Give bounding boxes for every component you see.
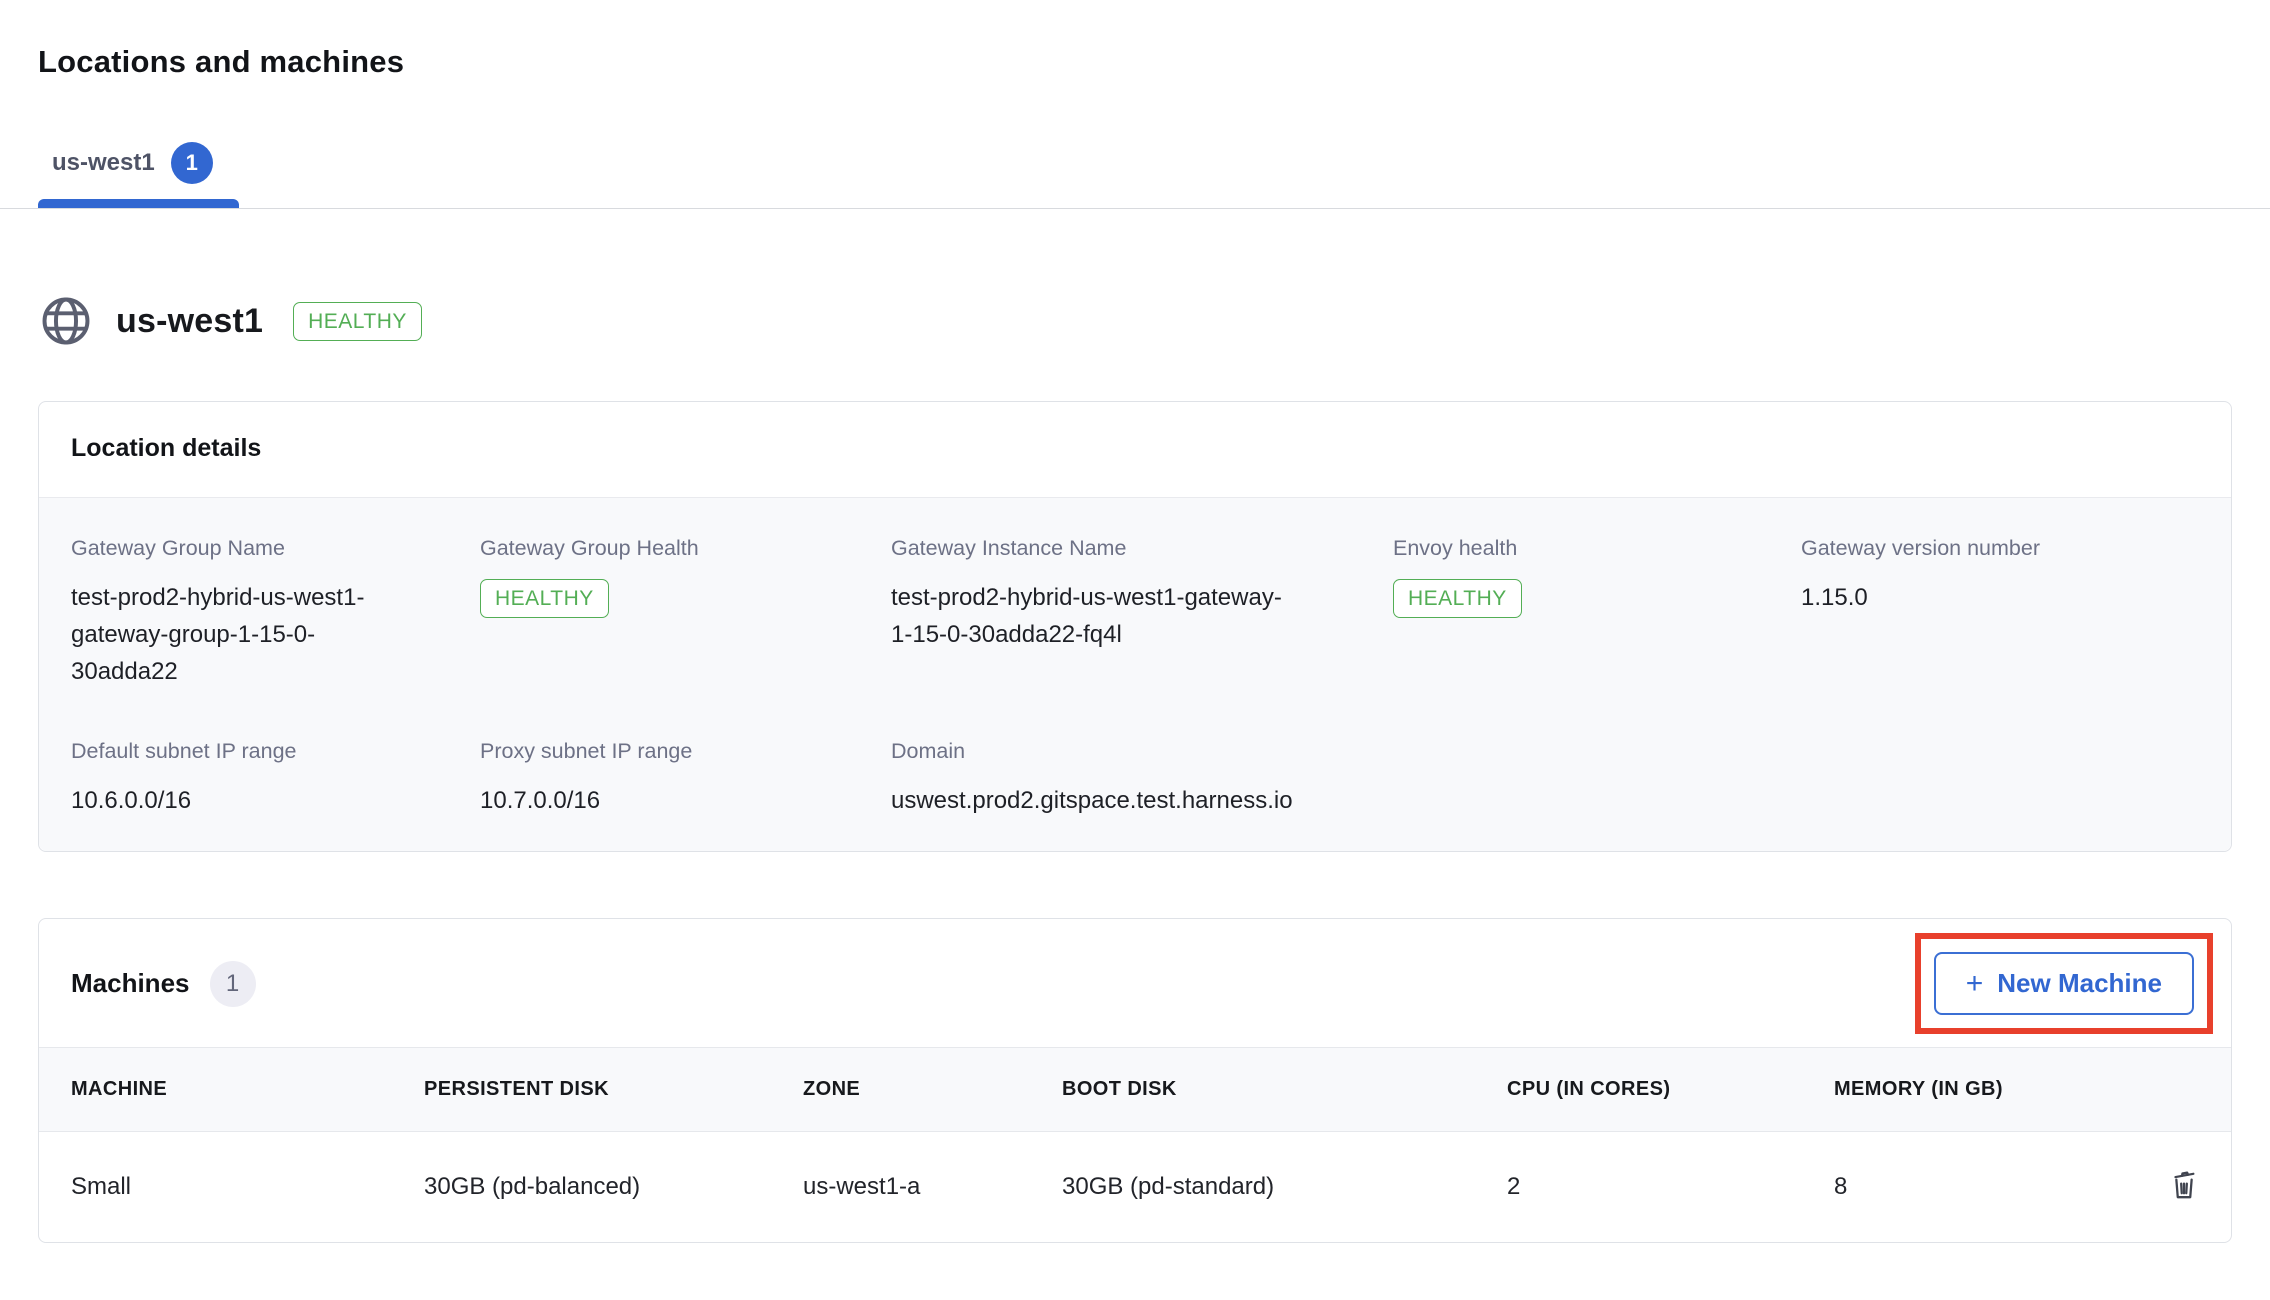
machines-count-badge: 1 (210, 961, 256, 1007)
location-details-card: Location details Gateway Group Name test… (38, 401, 2232, 852)
page-title: Locations and machines (38, 0, 2232, 80)
field-envoy-health: Envoy health HEALTHY (1393, 536, 1801, 691)
plus-icon: + (1966, 970, 1984, 997)
cell-persistent-disk: 30GB (pd-balanced) (424, 1173, 803, 1201)
tab-count-badge: 1 (171, 142, 213, 184)
tabs-bar: us-west1 1 (38, 142, 2232, 208)
new-machine-button-label: New Machine (1997, 968, 2162, 999)
machines-table-header: MACHINE PERSISTENT DISK ZONE BOOT DISK C… (39, 1047, 2231, 1132)
location-heading: us-west1 HEALTHY (38, 293, 2232, 349)
tabs-divider (0, 208, 2270, 209)
col-boot-disk: BOOT DISK (1062, 1078, 1507, 1101)
col-zone: ZONE (803, 1078, 1062, 1101)
machines-card: Machines 1 + New Machine MACHINE PERSIST… (38, 918, 2232, 1243)
machines-header: Machines 1 + New Machine (39, 919, 2231, 1047)
col-cpu: CPU (IN CORES) (1507, 1078, 1834, 1101)
tab-us-west1[interactable]: us-west1 1 (38, 142, 239, 208)
machine-row: Small 30GB (pd-balanced) us-west1-a 30GB… (39, 1132, 2231, 1242)
cell-memory: 8 (1834, 1173, 2134, 1201)
tab-label: us-west1 (52, 149, 155, 177)
new-machine-button[interactable]: + New Machine (1934, 952, 2194, 1015)
cell-boot-disk: 30GB (pd-standard) (1062, 1173, 1507, 1201)
location-details-title: Location details (71, 434, 2199, 463)
gateway-group-health-badge: HEALTHY (480, 579, 609, 618)
field-gateway-instance-name: Gateway Instance Name test-prod2-hybrid-… (891, 536, 1393, 691)
location-details-body: Gateway Group Name test-prod2-hybrid-us-… (39, 497, 2231, 851)
location-name: us-west1 (116, 302, 263, 341)
cell-machine: Small (71, 1173, 424, 1201)
col-persistent-disk: PERSISTENT DISK (424, 1078, 803, 1101)
field-default-subnet: Default subnet IP range 10.6.0.0/16 (71, 739, 480, 819)
field-gateway-version: Gateway version number 1.15.0 (1801, 536, 2231, 691)
cell-cpu: 2 (1507, 1173, 1834, 1201)
field-proxy-subnet: Proxy subnet IP range 10.7.0.0/16 (480, 739, 891, 819)
col-machine: MACHINE (71, 1078, 424, 1101)
cell-zone: us-west1-a (803, 1173, 1062, 1201)
field-gateway-group-health: Gateway Group Health HEALTHY (480, 536, 891, 691)
envoy-health-badge: HEALTHY (1393, 579, 1522, 618)
trash-icon (2167, 1168, 2201, 1202)
field-gateway-group-name: Gateway Group Name test-prod2-hybrid-us-… (71, 536, 480, 691)
annotation-highlight-box: + New Machine (1915, 933, 2213, 1034)
col-memory: MEMORY (IN GB) (1834, 1078, 2134, 1101)
machines-title: Machines (71, 968, 190, 999)
globe-icon (38, 293, 94, 349)
delete-machine-button[interactable] (2163, 1164, 2205, 1206)
field-domain: Domain uswest.prod2.gitspace.test.harnes… (891, 739, 1393, 819)
page: Locations and machines us-west1 1 (0, 0, 2270, 208)
location-status-badge: HEALTHY (293, 302, 422, 341)
